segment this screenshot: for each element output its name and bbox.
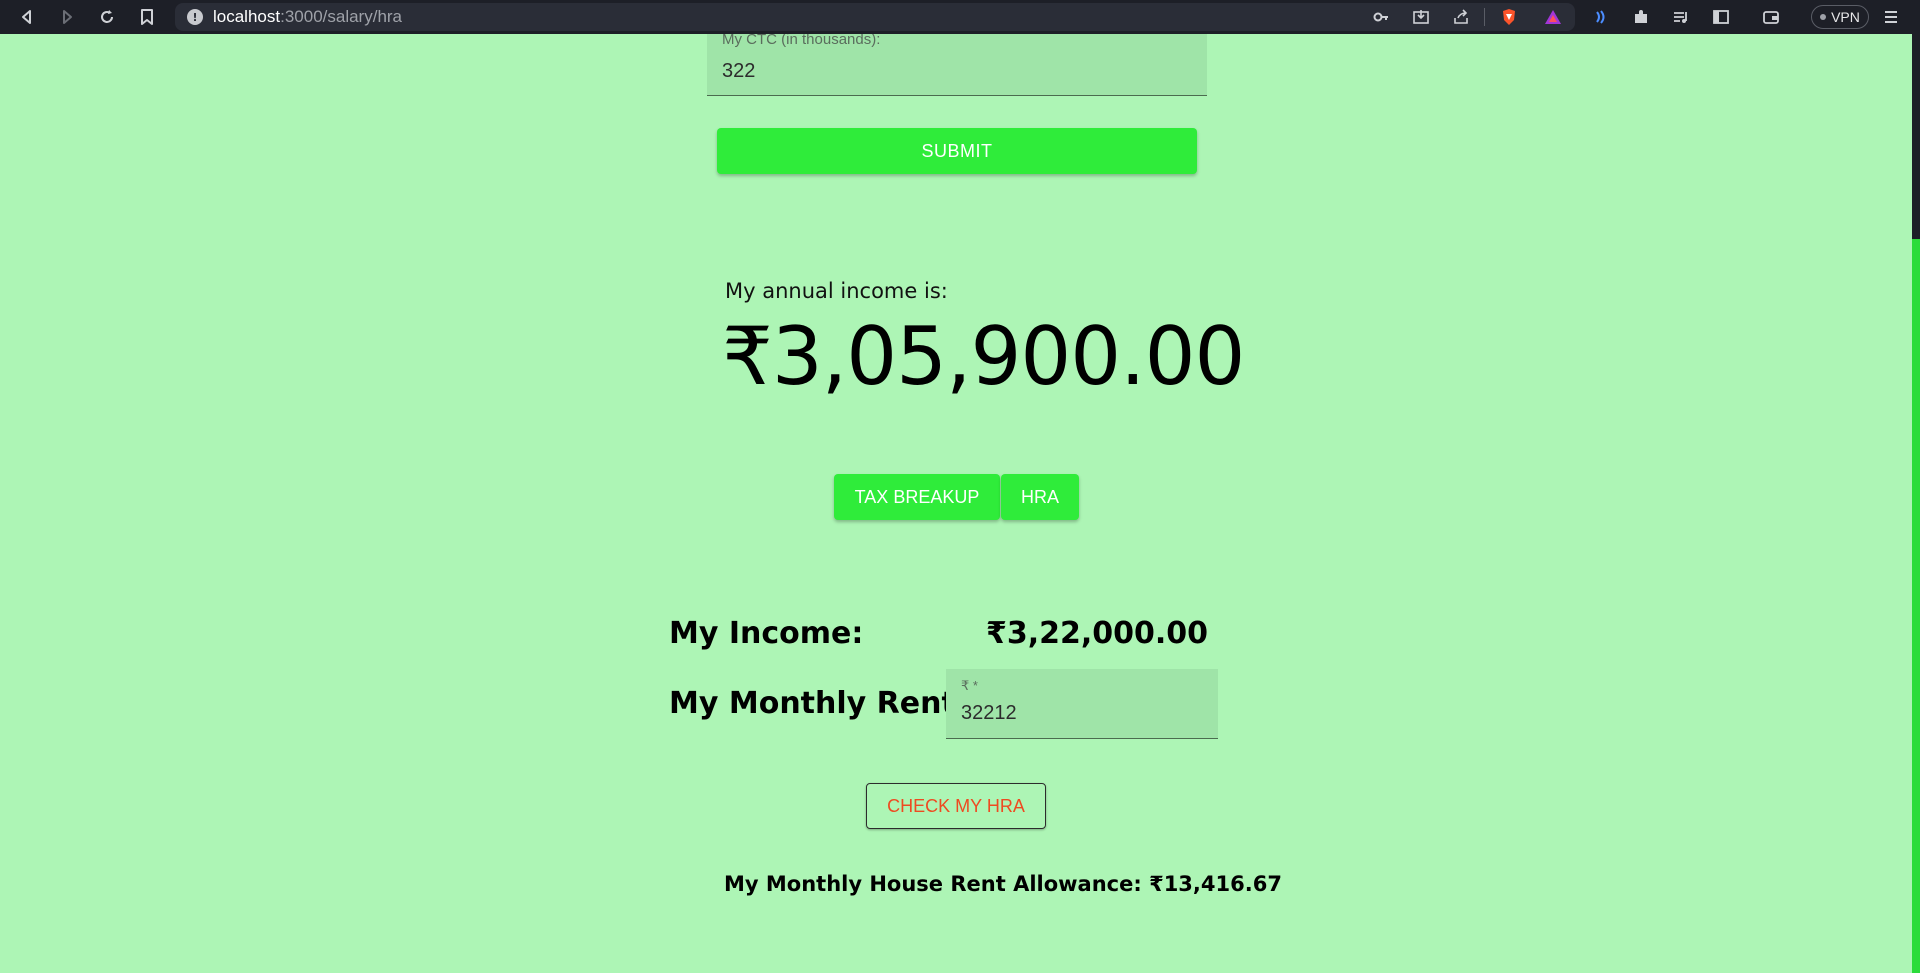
install-icon[interactable] [1408,4,1434,30]
page-scrollbar[interactable] [1911,34,1920,973]
brave-rewards-icon[interactable] [1540,4,1566,30]
hra-result-text: My Monthly House Rent Allowance: ₹13,416… [724,872,1282,896]
share-icon[interactable] [1448,4,1474,30]
bookmark-icon[interactable] [134,4,160,30]
playlist-icon[interactable] [1668,4,1694,30]
vpn-label: VPN [1831,9,1860,25]
address-bar[interactable]: ! localhost :3000/salary/hra [175,3,1575,31]
vpn-status-icon [1820,14,1827,20]
menu-icon[interactable] [1878,4,1904,30]
brave-shield-icon[interactable] [1496,4,1522,30]
income-value: ₹3,22,000.00 [986,616,1209,651]
sidebar-icon[interactable] [1708,4,1734,30]
ctc-input-value[interactable]: 322 [722,60,755,83]
toolbar-separator [1484,8,1485,26]
wallet-icon[interactable] [1758,4,1784,30]
hra-button[interactable]: HRA [1001,474,1079,520]
vpn-button[interactable]: VPN [1811,5,1869,29]
annual-income-label: My annual income is: [725,279,948,303]
site-info-icon[interactable]: ! [187,9,203,25]
check-hra-button[interactable]: CHECK MY HRA [866,783,1046,829]
ctc-input-label: My CTC (in thousands): [722,34,881,48]
extensions-icon[interactable] [1628,4,1654,30]
rent-input-value[interactable]: 32212 [961,702,1017,725]
income-label: My Income: [669,616,864,651]
scroll-thumb[interactable] [1912,239,1920,973]
annual-income-value: ₹3,05,900.00 [722,310,1245,403]
browser-toolbar: ! localhost :3000/salary/hra VPN [0,0,1920,34]
submit-button[interactable]: SUBMIT [717,128,1197,174]
rent-currency-label: ₹ * [961,678,978,693]
url-path: :3000/salary/hra [280,7,403,26]
back-icon[interactable] [14,4,40,30]
scroll-track-top [1912,34,1920,239]
tax-breakup-button[interactable]: TAX BREAKUP [834,474,1000,520]
speedreader-icon[interactable] [1588,4,1614,30]
reload-icon[interactable] [94,4,120,30]
forward-icon[interactable] [54,4,80,30]
url-host: localhost [213,7,281,26]
monthly-rent-input[interactable]: ₹ * 32212 [946,669,1218,739]
monthly-rent-label: My Monthly Rent: [669,686,968,721]
ctc-input[interactable]: My CTC (in thousands): 322 [707,34,1207,96]
page-content: My CTC (in thousands): 322 SUBMIT My ann… [0,34,1920,973]
key-icon[interactable] [1368,4,1394,30]
